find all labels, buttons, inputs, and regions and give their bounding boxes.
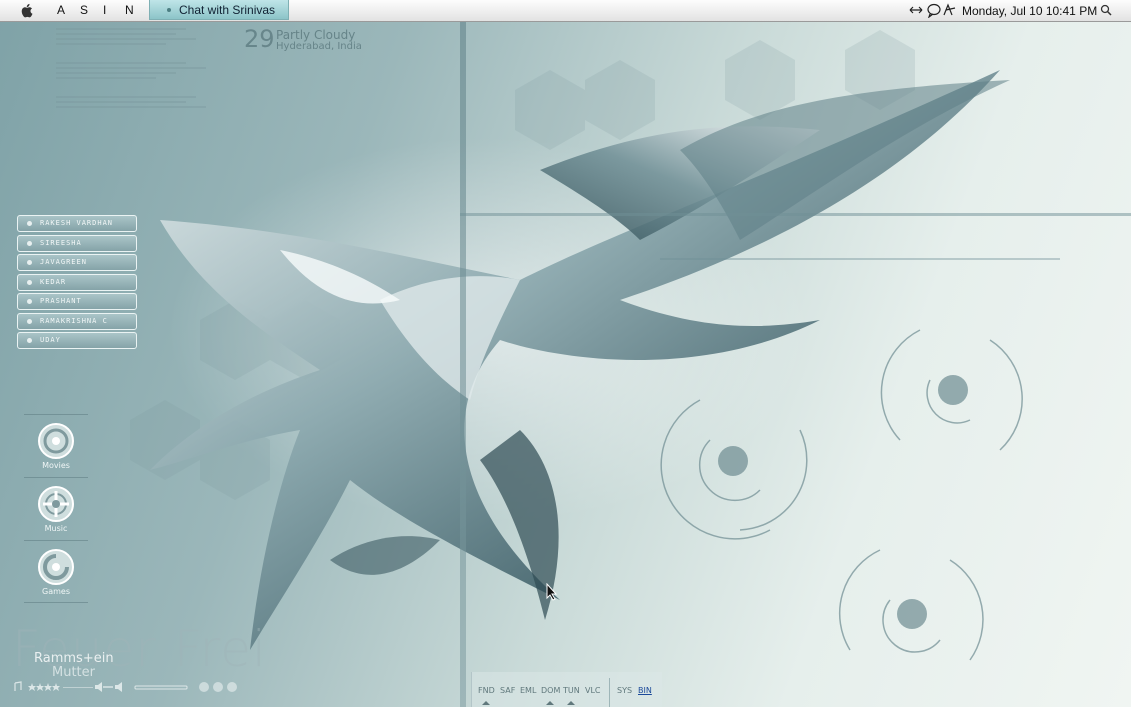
buddy-item[interactable]: Prashant (17, 293, 137, 310)
status-dot-icon (27, 260, 32, 265)
status-dot-icon (27, 240, 32, 246)
now-playing-track: Mutter (52, 665, 95, 680)
rating-star-icon[interactable] (36, 683, 44, 691)
weather-condition: Partly Cloudy (276, 28, 356, 42)
running-indicator-icon (546, 701, 554, 705)
buddy-name: Uday (40, 336, 61, 344)
rating-divider (63, 687, 93, 688)
buddy-item[interactable]: Rakesh Vardhan (17, 215, 137, 232)
weather-temperature: 29 (244, 25, 275, 53)
launcher-divider (24, 602, 88, 603)
status-dot-icon (27, 279, 32, 285)
buddy-item[interactable]: Ramakrishna C (17, 312, 137, 330)
decorative-horizontal-line (460, 213, 1131, 216)
window-indicator-icon (167, 8, 171, 12)
search-icon[interactable] (1100, 4, 1112, 16)
shelf-item-dom[interactable]: DOM (541, 686, 560, 695)
buddy-name: Kedar (40, 277, 67, 286)
shelf-item-tun[interactable]: TUN (563, 686, 580, 695)
menu-item-i[interactable]: I (103, 3, 106, 17)
chat-bubble-icon[interactable] (927, 3, 941, 16)
shelf-item-sys[interactable]: SYS (617, 686, 632, 695)
now-playing-artist: Ramms+ein (34, 651, 114, 666)
launcher-divider (24, 540, 88, 541)
apple-logo-icon[interactable] (20, 3, 33, 18)
shelf-item-bin[interactable]: BIN (638, 686, 652, 695)
shelf-item-vlc[interactable]: VLC (585, 686, 601, 695)
launcher-divider (24, 477, 88, 478)
status-dot-icon (27, 318, 32, 324)
active-window-tab[interactable]: Chat with Srinivas (149, 0, 289, 20)
buddy-item[interactable]: Kedar (17, 273, 137, 291)
shelf-item-eml[interactable]: EML (520, 686, 536, 695)
desktop: 29 Partly Cloudy Hyderabad, India Rakesh… (0, 0, 1131, 707)
buddy-name: Ramakrishna C (40, 316, 108, 325)
previous-track-icon[interactable] (199, 682, 209, 692)
music-controls (14, 681, 237, 692)
status-dot-icon (27, 299, 32, 304)
buddy-name: Javagreen (40, 258, 87, 266)
play-pause-icon[interactable] (213, 682, 223, 692)
volume-down-icon[interactable] (95, 682, 102, 692)
decorative-vertical-bar (460, 22, 466, 707)
running-indicator-icon (567, 701, 575, 705)
shelf-item-fnd[interactable]: FND (478, 686, 495, 695)
menu-bar-clock[interactable]: Monday, Jul 10 10:41 PM (962, 4, 1097, 18)
now-playing-background-title: Feuer Frei (12, 620, 267, 678)
system-log-widget (56, 28, 216, 111)
mouse-cursor-icon (546, 583, 558, 601)
weather-location: Hyderabad, India (276, 41, 362, 52)
decorative-horizontal-line (660, 258, 1060, 260)
buddy-name: Prashant (40, 297, 82, 305)
volume-up-icon[interactable] (115, 682, 122, 692)
active-window-title: Chat with Srinivas (179, 3, 276, 17)
music-note-icon (14, 681, 22, 691)
rating-star-icon[interactable] (52, 683, 60, 691)
rating-star-icon[interactable] (44, 683, 52, 691)
status-dot-icon (27, 338, 32, 343)
buddy-item[interactable]: Uday (17, 332, 137, 349)
launcher-movies[interactable]: Movies (24, 414, 88, 470)
shelf-divider (609, 678, 610, 707)
next-track-icon[interactable] (227, 682, 237, 692)
menu-bar: A S I N Chat with Srinivas Monday, Jul 1… (0, 0, 1131, 22)
progress-slider[interactable] (134, 685, 188, 690)
adium-duck-icon[interactable] (943, 3, 956, 16)
status-dot-icon (27, 221, 32, 226)
buddy-item[interactable]: Sireesha (17, 234, 137, 252)
movies-icon (38, 423, 74, 459)
sync-arrows-icon[interactable] (909, 6, 923, 14)
launcher-divider (24, 414, 88, 415)
music-icon (38, 486, 74, 522)
buddy-name: Rakesh Vardhan (40, 219, 114, 227)
launcher-games[interactable]: Games (24, 540, 88, 603)
launcher-label: Movies (42, 461, 70, 470)
menu-item-a[interactable]: A (57, 3, 65, 17)
running-indicator-icon (482, 701, 490, 705)
menu-item-s[interactable]: S (80, 3, 88, 17)
launcher-label: Music (44, 524, 68, 533)
menu-item-n[interactable]: N (125, 3, 134, 17)
games-icon (38, 549, 74, 585)
buddy-item[interactable]: Javagreen (17, 254, 137, 271)
shelf-item-saf[interactable]: SAF (500, 686, 515, 695)
launcher-label: Games (42, 587, 70, 596)
volume-bar (103, 686, 113, 688)
rating-star-icon[interactable] (28, 683, 36, 691)
status-icons (909, 3, 956, 18)
buddy-list: Rakesh Vardhan Sireesha Javagreen Kedar … (17, 215, 137, 352)
launcher-music[interactable]: Music (24, 477, 88, 533)
buddy-name: Sireesha (40, 238, 82, 247)
